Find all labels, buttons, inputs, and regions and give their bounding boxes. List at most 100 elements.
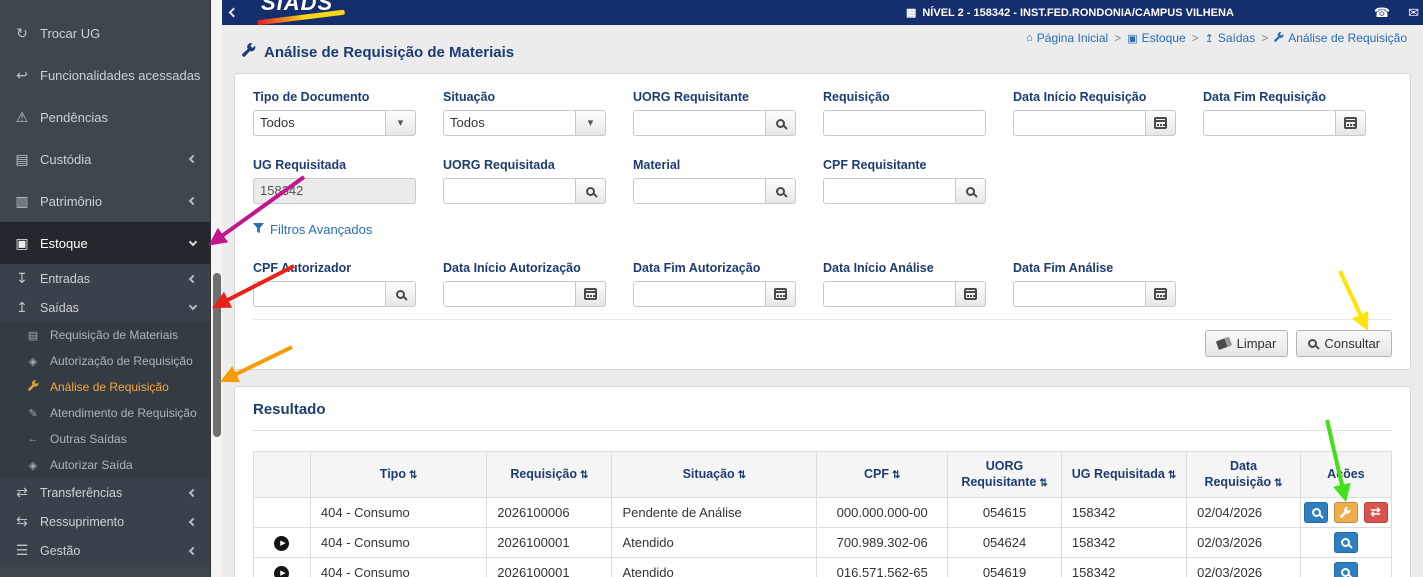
sidebar-item-funcionalidades[interactable]: ↩ Funcionalidades acessadas	[0, 54, 210, 96]
sort-icon[interactable]: ⇅	[1274, 478, 1282, 489]
sidebar: ↻ Trocar UG ↩ Funcionalidades acessadas …	[0, 0, 210, 577]
search-addon-button[interactable]	[386, 281, 416, 307]
sidebar-item-label: Outras Saídas	[50, 432, 127, 446]
page-title: Análise de Requisição de Materiais	[242, 43, 514, 61]
breadcrumb-link-estoque[interactable]: ▣ Estoque	[1127, 31, 1185, 45]
expand-row-icon[interactable]: ▶	[274, 535, 290, 551]
dropdown-caret-button[interactable]: ▾	[386, 110, 416, 136]
column-header-ug-requisitada[interactable]: UG Requisitada ⇅	[1060, 451, 1188, 498]
data-fim-requisicao-input[interactable]	[1203, 110, 1336, 136]
uorg-requisitada-input[interactable]	[443, 178, 576, 204]
calendar-addon-button[interactable]	[956, 281, 986, 307]
sort-icon[interactable]: ⇅	[409, 470, 417, 481]
sidebar-item-autorizar-saida[interactable]: ◈ Autorizar Saída	[0, 452, 210, 478]
sidebar-item-custodia[interactable]: ▤ Custódia	[0, 138, 210, 180]
search-icon	[966, 186, 975, 196]
view-request-button[interactable]	[1304, 501, 1329, 523]
consult-button[interactable]: Consultar	[1296, 330, 1392, 357]
cell-acoes	[1299, 556, 1393, 577]
column-header-data-requisicao[interactable]: Data Requisição ⇅	[1186, 451, 1301, 498]
sidebar-item-outras-saidas[interactable]: ← Outras Saídas	[0, 426, 210, 452]
sidebar-item-analise-requisicao[interactable]: Análise de Requisição	[0, 374, 210, 400]
requisicao-input[interactable]	[823, 110, 986, 136]
search-addon-button[interactable]	[766, 178, 796, 204]
breadcrumb-link-saidas[interactable]: ↥ Saídas	[1205, 31, 1256, 45]
sidebar-item-requisicao-materiais[interactable]: ▤ Requisição de Materiais	[0, 322, 210, 348]
sidebar-item-label: Atendimento de Requisição	[50, 406, 197, 420]
sort-icon[interactable]: ⇅	[738, 470, 746, 481]
cpf-requisitante-input[interactable]	[823, 178, 956, 204]
sidebar-item-ressuprimento[interactable]: ⇆ Ressuprimento	[0, 507, 210, 536]
chevron-down-icon	[188, 301, 198, 311]
sidebar-scrollbar[interactable]	[210, 0, 222, 577]
exchange-icon: ⇄	[1370, 505, 1381, 519]
column-header-uorg-requisitante[interactable]: UORG Requisitante ⇅	[947, 451, 1062, 498]
expand-row-icon[interactable]: ▶	[274, 565, 290, 577]
phone-icon[interactable]: ☎	[1374, 5, 1390, 21]
sidebar-item-patrimonio[interactable]: ▥ Patrimônio	[0, 180, 210, 222]
estoque-submenu: ↧ Entradas ↥ Saídas ▤ Requisição de Mate…	[0, 264, 210, 565]
tipo-documento-select[interactable]: Todos ▾	[253, 110, 416, 136]
cpf-autorizador-input[interactable]	[253, 281, 386, 307]
analyze-request-button[interactable]	[1333, 501, 1358, 523]
dropdown-caret-button[interactable]: ▾	[576, 110, 606, 136]
mail-icon[interactable]: ✉	[1408, 5, 1419, 21]
uorg-requisitante-input[interactable]	[633, 110, 766, 136]
sort-icon[interactable]: ⇅	[1039, 478, 1047, 489]
breadcrumb-link-pagina-inicial[interactable]: ⌂ Página Inicial	[1026, 31, 1108, 45]
sidebar-item-gestao[interactable]: ☰ Gestão	[0, 536, 210, 565]
wrench-icon	[1274, 31, 1284, 45]
field-label: Tipo de Documento	[253, 90, 370, 104]
refresh-icon: ↻	[16, 24, 28, 41]
calendar-addon-button[interactable]	[1146, 281, 1176, 307]
calendar-addon-button[interactable]	[766, 281, 796, 307]
filter-panel: Tipo de Documento Todos ▾ Situação Todos…	[234, 73, 1411, 370]
column-header-expand	[253, 451, 311, 498]
collapse-sidebar-button[interactable]	[228, 7, 239, 18]
breadcrumb-link-analise-requisicao[interactable]: Análise de Requisição	[1274, 31, 1407, 45]
search-addon-button[interactable]	[766, 110, 796, 136]
clear-button[interactable]: Limpar	[1204, 330, 1289, 357]
data-fim-analise-input[interactable]	[1013, 281, 1146, 307]
results-table: Tipo ⇅ Requisição ⇅ Situação ⇅ CPF ⇅ UORG Re…	[253, 451, 1393, 577]
data-inicio-autorizacao-input[interactable]	[443, 281, 576, 307]
sidebar-item-atendimento-requisicao[interactable]: ✎ Atendimento de Requisição	[0, 400, 210, 426]
cell-requisicao: 2026100001	[486, 526, 613, 558]
calendar-addon-button[interactable]	[1146, 110, 1176, 136]
column-header-tipo[interactable]: Tipo ⇅	[309, 451, 488, 498]
reprocess-request-button[interactable]: ⇄	[1363, 501, 1388, 523]
material-input[interactable]	[633, 178, 766, 204]
caret-down-icon: ▾	[587, 116, 594, 129]
column-header-requisicao[interactable]: Requisição ⇅	[486, 451, 613, 498]
search-addon-button[interactable]	[956, 178, 986, 204]
sidebar-item-pendencias[interactable]: ⚠ Pendências	[0, 96, 210, 138]
wrench-icon	[26, 380, 40, 394]
sidebar-item-transferencias[interactable]: ⇄ Transferências	[0, 478, 210, 507]
cell-acoes: ⇄	[1299, 496, 1393, 528]
view-request-button[interactable]	[1333, 561, 1358, 577]
shield-icon: ◈	[28, 355, 38, 368]
data-inicio-requisicao-input[interactable]	[1013, 110, 1146, 136]
calendar-addon-button[interactable]	[1336, 110, 1366, 136]
scrollbar-thumb[interactable]	[213, 273, 221, 437]
calendar-addon-button[interactable]	[576, 281, 606, 307]
sort-icon[interactable]: ⇅	[1168, 470, 1176, 481]
view-request-button[interactable]	[1333, 531, 1358, 553]
data-fim-autorizacao-input[interactable]	[633, 281, 766, 307]
sort-icon[interactable]: ⇅	[892, 470, 900, 481]
search-addon-button[interactable]	[576, 178, 606, 204]
column-header-situacao[interactable]: Situação ⇅	[611, 451, 818, 498]
sidebar-item-saidas[interactable]: ↥ Saídas	[0, 293, 210, 322]
sort-icon[interactable]: ⇅	[580, 470, 588, 481]
situacao-select[interactable]: Todos ▾	[443, 110, 606, 136]
column-header-cpf[interactable]: CPF ⇅	[816, 451, 949, 498]
field-label: Data Fim Autorização	[633, 261, 761, 275]
data-inicio-analise-input[interactable]	[823, 281, 956, 307]
sidebar-item-estoque[interactable]: ▣ Estoque	[0, 222, 210, 264]
advanced-filters-link[interactable]: Filtros Avançados	[253, 222, 372, 237]
cell-tipo: 404 - Consumo	[309, 526, 488, 558]
sidebar-item-autorizacao-requisicao[interactable]: ◈ Autorização de Requisição	[0, 348, 210, 374]
sidebar-item-entradas[interactable]: ↧ Entradas	[0, 264, 210, 293]
sidebar-item-trocar-ug[interactable]: ↻ Trocar UG	[0, 12, 210, 54]
calendar-icon	[1154, 117, 1167, 129]
